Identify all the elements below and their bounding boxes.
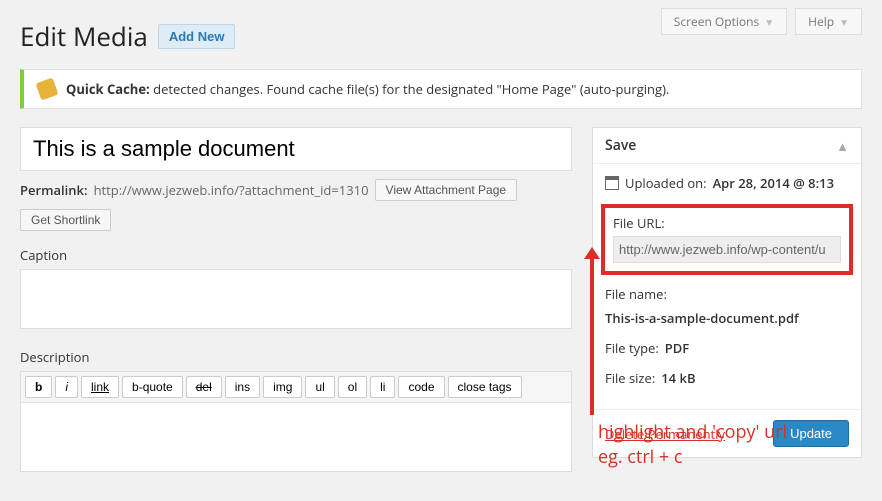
help-button[interactable]: Help ▼ [795,8,862,35]
qt-italic-button[interactable]: i [55,376,78,398]
file-url-label: File URL: [613,214,841,232]
chevron-down-icon: ▼ [839,15,849,29]
file-size-value: 14 kB [661,369,695,387]
annotation-text: highlight and 'copy' url eg. ctrl + c [598,420,787,470]
uploaded-on-value: Apr 28, 2014 @ 8:13 [713,174,834,192]
description-textarea[interactable] [20,402,572,472]
uploaded-on-label: Uploaded on: [625,174,707,192]
permalink-label: Permalink: [20,181,88,199]
file-size-label: File size: [605,369,655,387]
qt-link-button[interactable]: link [81,376,119,398]
annotation-line-2: eg. ctrl + c [598,445,787,470]
description-label: Description [20,348,572,366]
file-name-label: File name: [605,285,667,303]
view-attachment-button[interactable]: View Attachment Page [375,179,518,201]
notice-text: Quick Cache: detected changes. Found cac… [66,80,669,98]
cache-notice: Quick Cache: detected changes. Found cac… [20,69,862,109]
caption-label: Caption [20,246,572,264]
file-url-input[interactable] [613,236,841,263]
qt-bold-button[interactable]: b [25,376,52,398]
save-postbox: Save ▲ Uploaded on: Apr 28, 2014 @ 8:13 … [592,127,862,458]
annotation-arrow-icon [590,255,594,415]
caption-textarea[interactable] [20,269,572,329]
notice-strong: Quick Cache: [66,80,150,98]
file-type-label: File type: [605,339,659,357]
file-url-highlight: File URL: [601,204,853,275]
qt-del-button[interactable]: del [186,376,222,398]
qt-code-button[interactable]: code [398,376,444,398]
screen-options-label: Screen Options [674,13,759,30]
media-title-input[interactable] [20,127,572,171]
calendar-icon [605,176,619,190]
qt-img-button[interactable]: img [263,376,302,398]
add-new-button[interactable]: Add New [158,24,236,49]
annotation-line-1: highlight and 'copy' url [598,420,787,445]
help-label: Help [808,13,834,30]
get-shortlink-button[interactable]: Get Shortlink [20,209,111,231]
chevron-down-icon: ▼ [764,15,774,29]
page-title: Edit Media [20,18,148,54]
notice-body: detected changes. Found cache file(s) fo… [150,80,670,98]
save-title: Save [605,136,636,155]
file-type-value: PDF [665,339,689,357]
broom-icon [35,77,58,100]
file-name-value: This-is-a-sample-document.pdf [605,309,799,327]
permalink-url: http://www.jezweb.info/?attachment_id=13… [94,181,369,199]
screen-options-button[interactable]: Screen Options ▼ [661,8,787,35]
qt-li-button[interactable]: li [370,376,395,398]
qt-ins-button[interactable]: ins [225,376,260,398]
qt-ol-button[interactable]: ol [338,376,367,398]
qt-ul-button[interactable]: ul [305,376,334,398]
qt-close-button[interactable]: close tags [448,376,522,398]
collapse-icon[interactable]: ▲ [836,137,849,155]
qt-bquote-button[interactable]: b-quote [122,376,183,398]
